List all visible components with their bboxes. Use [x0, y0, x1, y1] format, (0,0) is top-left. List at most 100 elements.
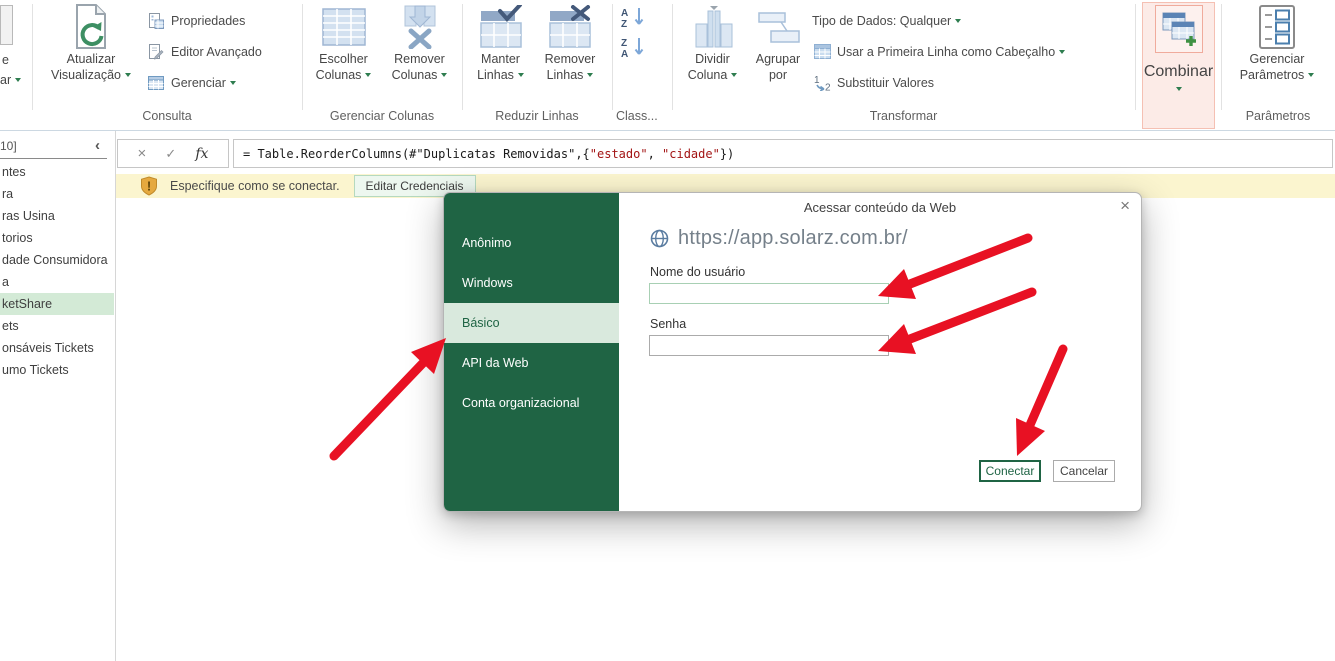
dropdown-caret-icon: [518, 73, 524, 77]
query-list-item[interactable]: a: [0, 271, 114, 293]
group-label-consulta: Consulta: [33, 109, 301, 127]
dropdown-caret-icon: [15, 78, 21, 82]
remove-rows-line2: Linhas: [547, 68, 594, 84]
split-column-line2: Coluna: [688, 68, 738, 84]
password-label: Senha: [650, 317, 686, 331]
replace-values-icon: 1 2: [812, 74, 832, 91]
manage-parameters-button[interactable]: Gerenciar Parâmetros: [1231, 2, 1323, 83]
query-list-item[interactable]: dade Consumidora: [0, 249, 114, 271]
keep-rows-text: Linhas: [477, 68, 514, 82]
query-list-item[interactable]: onsáveis Tickets: [0, 337, 114, 359]
warning-exclamation: !: [147, 179, 151, 194]
username-label: Nome do usuário: [650, 265, 745, 279]
query-list-item[interactable]: ra: [0, 183, 114, 205]
data-type-button[interactable]: Tipo de Dados: Qualquer: [812, 5, 1065, 36]
arrow-to-basico-tab: [334, 338, 446, 456]
dialog-title: Acessar conteúdo da Web: [619, 200, 1141, 215]
dropdown-caret-icon: [125, 73, 131, 77]
manage-button[interactable]: Gerenciar: [146, 67, 262, 98]
formula-segment: = Table.ReorderColumns(#"Duplicatas Remo…: [243, 147, 590, 161]
group-label-transformar: Transformar: [672, 109, 1135, 127]
queries-pane-header: 10]: [0, 139, 17, 153]
use-first-row-label: Usar a Primeira Linha como Cabeçalho: [837, 45, 1055, 59]
group-label-gerenciar-colunas: Gerenciar Colunas: [302, 109, 462, 127]
dropdown-caret-icon: [1059, 50, 1065, 54]
dropdown-caret-icon: [1176, 87, 1182, 91]
split-column-button[interactable]: Dividir Coluna: [681, 2, 744, 83]
formula-input[interactable]: = Table.ReorderColumns(#"Duplicatas Remo…: [233, 139, 1333, 168]
group-divider: [1135, 4, 1136, 110]
combine-icon: [1161, 11, 1197, 47]
query-list-item[interactable]: umo Tickets: [0, 359, 114, 381]
tab-conta-organizacional[interactable]: Conta organizacional: [444, 383, 619, 423]
manage-label: Gerenciar: [171, 76, 226, 90]
refresh-preview-button[interactable]: Atualizar Visualização: [40, 2, 142, 83]
connect-button[interactable]: Conectar: [979, 460, 1041, 482]
formula-commit-icon[interactable]: ✓: [165, 146, 176, 162]
replace-values-label: Substituir Valores: [837, 76, 934, 90]
dropdown-caret-icon: [731, 73, 737, 77]
query-list-item[interactable]: ntes: [0, 161, 114, 183]
choose-columns-line1: Escolher: [319, 52, 368, 68]
queries-pane: 10] ‹ ntes ra ras Usina torios dade Cons…: [0, 131, 116, 661]
choose-columns-button[interactable]: Escolher Colunas: [307, 2, 380, 83]
tab-windows[interactable]: Windows: [444, 263, 619, 303]
remove-rows-icon: [548, 2, 592, 52]
choose-columns-line2: Colunas: [316, 68, 372, 84]
group-label-reduzir-linhas: Reduzir Linhas: [462, 109, 612, 127]
advanced-editor-button[interactable]: Editor Avançado: [146, 36, 262, 67]
sort-za-icon: Z A: [620, 36, 648, 60]
sort-letter: A: [621, 49, 628, 60]
query-list-item-selected[interactable]: ketShare: [0, 293, 114, 315]
warning-shield-icon: !: [140, 176, 158, 196]
split-column-icon: [691, 2, 735, 52]
password-field[interactable]: [649, 335, 889, 356]
username-field[interactable]: [649, 283, 889, 304]
keep-rows-button[interactable]: Manter Linhas: [467, 2, 534, 83]
close-icon[interactable]: ×: [1120, 196, 1130, 216]
use-first-row-as-headers-button[interactable]: Usar a Primeira Linha como Cabeçalho: [812, 36, 1065, 67]
group-divider: [612, 4, 613, 110]
cancel-button[interactable]: Cancelar: [1053, 460, 1115, 482]
close-and-load-icon[interactable]: [0, 5, 13, 45]
tab-api-da-web[interactable]: API da Web: [444, 343, 619, 383]
properties-button[interactable]: Propriedades: [146, 5, 262, 36]
remove-rows-button[interactable]: Remover Linhas: [536, 2, 604, 83]
dropdown-caret-icon: [955, 19, 961, 23]
warning-message: Especifique como se conectar.: [170, 179, 340, 193]
group-divider: [32, 4, 33, 110]
target-url: https://app.solarz.com.br/: [678, 227, 908, 250]
group-label-parametros: Parâmetros: [1221, 109, 1335, 127]
close-and-load-label-part[interactable]: e: [2, 53, 9, 67]
group-by-icon: [755, 2, 801, 52]
data-type-label: Tipo de Dados: Qualquer: [812, 14, 951, 28]
remove-columns-button[interactable]: Remover Colunas: [383, 2, 456, 83]
formula-toolbar: × ✓ fx: [117, 139, 229, 168]
group-by-button[interactable]: Agrupar por: [747, 2, 809, 83]
query-list-item[interactable]: ras Usina: [0, 205, 114, 227]
tab-anonimo[interactable]: Anônimo: [444, 223, 619, 263]
remove-columns-line2: Colunas: [392, 68, 448, 84]
sort-ascending-button[interactable]: A Z: [620, 6, 648, 35]
dropdown-caret-icon: [441, 73, 447, 77]
group-divider: [462, 4, 463, 110]
query-list-item[interactable]: ets: [0, 315, 114, 337]
sort-descending-button[interactable]: Z A: [620, 36, 648, 65]
collapse-pane-icon[interactable]: ‹: [95, 137, 100, 154]
manage-parameters-text: Parâmetros: [1240, 68, 1305, 82]
formula-cancel-icon[interactable]: ×: [138, 145, 147, 162]
transformar-small-buttons: Tipo de Dados: Qualquer Usar a Primeira …: [812, 5, 1065, 98]
formula-segment: }): [720, 147, 734, 161]
close-and-load-label-part[interactable]: ar: [0, 73, 21, 87]
fx-icon[interactable]: fx: [195, 146, 208, 162]
replace-num: 2: [825, 83, 831, 92]
query-list-item[interactable]: torios: [0, 227, 114, 249]
advanced-editor-icon: [146, 44, 166, 60]
remove-columns-icon: [398, 2, 442, 52]
combine-button[interactable]: Combinar: [1142, 2, 1215, 129]
globe-icon: [650, 229, 669, 248]
replace-values-button[interactable]: 1 2 Substituir Valores: [812, 67, 1065, 98]
dialog-content: Acessar conteúdo da Web × https://app.so…: [619, 193, 1141, 511]
group-label-classificar: Class...: [616, 109, 670, 127]
tab-basico-selected[interactable]: Básico: [444, 303, 619, 343]
